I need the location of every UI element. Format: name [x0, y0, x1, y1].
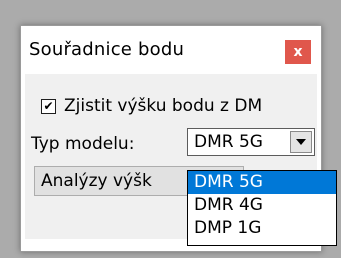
model-type-select[interactable]: DMR 5G — [187, 128, 315, 156]
model-type-selected-value: DMR 5G — [194, 132, 263, 152]
dropdown-option-dmr-4g[interactable]: DMR 4G — [188, 194, 336, 217]
analysis-button-label: Analýzy výšk — [41, 171, 152, 191]
model-type-dropdown-list: DMR 5G DMR 4G DMP 1G — [187, 170, 337, 246]
elevation-checkbox[interactable]: ✔ — [41, 98, 56, 114]
chevron-down-icon — [296, 139, 306, 145]
dropdown-arrow-button[interactable] — [290, 131, 312, 153]
dropdown-option-dmp-1g[interactable]: DMP 1G — [188, 217, 336, 240]
coordinates-dialog: Souřadnice bodu x ✔ Zjistit výšku bodu z… — [20, 25, 337, 252]
checkmark-icon: ✔ — [43, 99, 54, 113]
elevation-checkbox-label[interactable]: Zjistit výšku bodu z DM — [64, 96, 262, 116]
model-type-label: Typ modelu: — [31, 134, 135, 154]
close-icon: x — [293, 44, 303, 60]
dialog-title: Souřadnice bodu — [29, 39, 185, 60]
dropdown-option-dmr-5g[interactable]: DMR 5G — [188, 171, 336, 194]
elevation-checkbox-row[interactable]: ✔ Zjistit výšku bodu z DM — [41, 96, 262, 116]
close-button[interactable]: x — [285, 40, 311, 64]
